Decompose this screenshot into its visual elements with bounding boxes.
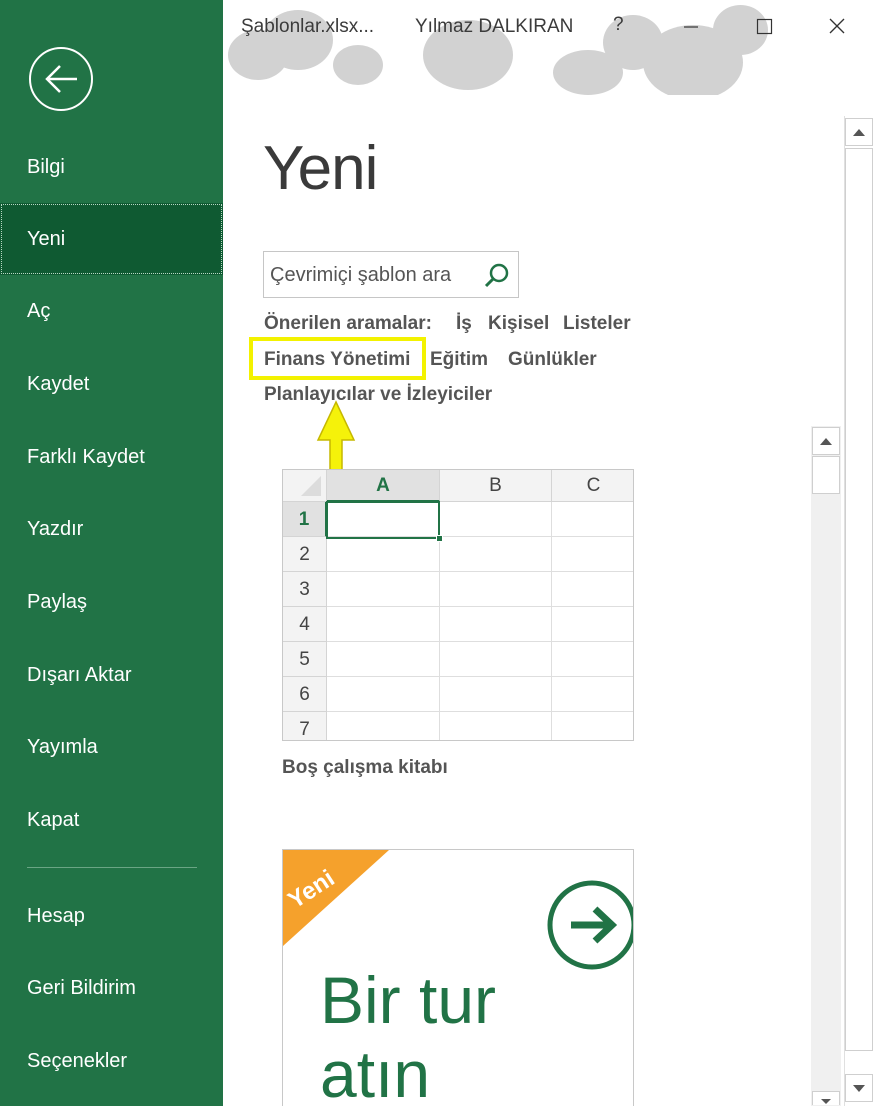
column-header: B [440, 470, 552, 502]
sidebar-item-paylas[interactable]: Paylaş [0, 566, 223, 638]
close-icon[interactable] [814, 10, 860, 44]
main-content: Şablonlar.xlsx... Yılmaz DALKIRAN ? Yeni… [223, 0, 875, 1106]
suggested-link-is[interactable]: İş [456, 313, 472, 335]
column-header: A [327, 470, 440, 502]
worksheet-cell [327, 712, 440, 740]
highlight-box [249, 337, 426, 380]
row-header: 2 [283, 537, 327, 572]
sidebar-item-kapat[interactable]: Kapat [0, 784, 223, 856]
backstage-sidebar: Bilgi Yeni Aç Kaydet Farklı Kaydet Yazdı… [0, 0, 223, 1106]
scroll-up-icon[interactable] [812, 427, 840, 455]
gallery-scrollbar[interactable] [811, 426, 841, 1106]
worksheet-cell [440, 537, 552, 572]
row-header: 6 [283, 677, 327, 712]
sidebar-item-hesap[interactable]: Hesap [0, 880, 223, 952]
sidebar-item-geri-bildirim[interactable]: Geri Bildirim [0, 952, 223, 1024]
row-header: 4 [283, 607, 327, 642]
help-button[interactable]: ? [613, 14, 624, 36]
sidebar-item-ac[interactable]: Aç [0, 275, 223, 347]
suggested-searches-label: Önerilen aramalar: [264, 313, 432, 334]
back-arrow-icon[interactable] [29, 47, 93, 111]
page-title: Yeni [263, 134, 378, 203]
worksheet-cell [440, 502, 552, 537]
tour-title: Bir tur atın [320, 963, 496, 1106]
row-header: 1 [283, 502, 327, 537]
search-input[interactable] [270, 260, 478, 290]
worksheet-cell [327, 537, 440, 572]
sidebar-item-secenekler[interactable]: Seçenekler [0, 1025, 223, 1097]
scroll-thumb[interactable] [845, 148, 873, 1051]
worksheet-cell [552, 537, 633, 572]
tour-title-line: Bir tur [320, 963, 497, 1037]
minimize-icon[interactable] [668, 10, 714, 44]
scroll-down-icon[interactable] [845, 1074, 873, 1102]
worksheet-cell [552, 712, 633, 740]
suggested-link-egitim[interactable]: Eğitim [430, 349, 488, 371]
sidebar-item-farkli-kaydet[interactable]: Farklı Kaydet [0, 421, 223, 493]
corner-cell [283, 470, 327, 502]
worksheet-cell [552, 607, 633, 642]
tour-title-line: atın [320, 1037, 431, 1106]
file-name: Şablonlar.xlsx... [241, 16, 375, 37]
blank-workbook-label: Boş çalışma kitabı [282, 757, 448, 778]
worksheet-cell [552, 572, 633, 607]
worksheet-cell [327, 677, 440, 712]
scroll-thumb[interactable] [812, 456, 840, 494]
fill-handle [436, 535, 443, 542]
template-search[interactable] [263, 251, 519, 298]
worksheet-cell [552, 502, 633, 537]
scroll-down-icon[interactable] [812, 1091, 840, 1105]
decor-blob [333, 45, 383, 85]
worksheet-cell [440, 677, 552, 712]
sidebar-item-yeni[interactable]: Yeni [0, 203, 223, 275]
sidebar-item-bilgi[interactable]: Bilgi [0, 131, 223, 203]
sidebar-item-yazdir[interactable]: Yazdır [0, 493, 223, 565]
worksheet-cell [440, 712, 552, 740]
page-scrollbar[interactable] [844, 116, 874, 1106]
column-header: C [552, 470, 633, 502]
maximize-icon[interactable] [741, 10, 787, 44]
worksheet-cell [327, 607, 440, 642]
worksheet-cell [440, 642, 552, 677]
selected-cell [326, 501, 440, 539]
worksheet-cell [552, 642, 633, 677]
title-bar: Şablonlar.xlsx... Yılmaz DALKIRAN ? [223, 0, 875, 95]
suggested-link-listeler[interactable]: Listeler [563, 313, 631, 335]
suggested-link-gunlukler[interactable]: Günlükler [508, 349, 597, 371]
search-icon[interactable] [482, 261, 512, 291]
sidebar-item-disari-aktar[interactable]: Dışarı Aktar [0, 639, 223, 711]
row-header: 3 [283, 572, 327, 607]
worksheet-cell [327, 572, 440, 607]
suggested-link-planlayicilar[interactable]: Planlayıcılar ve İzleyiciler [264, 384, 492, 406]
suggested-link-kisisel[interactable]: Kişisel [488, 313, 549, 335]
sidebar-divider [27, 867, 197, 868]
user-name[interactable]: Yılmaz DALKIRAN [415, 16, 573, 38]
worksheet-cell [327, 642, 440, 677]
worksheet-cell [440, 607, 552, 642]
arrow-right-icon [547, 880, 633, 970]
worksheet-cell [552, 677, 633, 712]
sidebar-item-kaydet[interactable]: Kaydet [0, 348, 223, 420]
worksheet-cell [440, 572, 552, 607]
row-header: 7 [283, 712, 327, 740]
take-a-tour-tile[interactable]: Yeni Bir tur atın [282, 849, 634, 1106]
scroll-up-icon[interactable] [845, 118, 873, 146]
row-header: 5 [283, 642, 327, 677]
sidebar-item-yayimla[interactable]: Yayımla [0, 711, 223, 783]
blank-workbook-tile[interactable]: A B C 1 2 3 4 5 6 7 [282, 469, 634, 741]
